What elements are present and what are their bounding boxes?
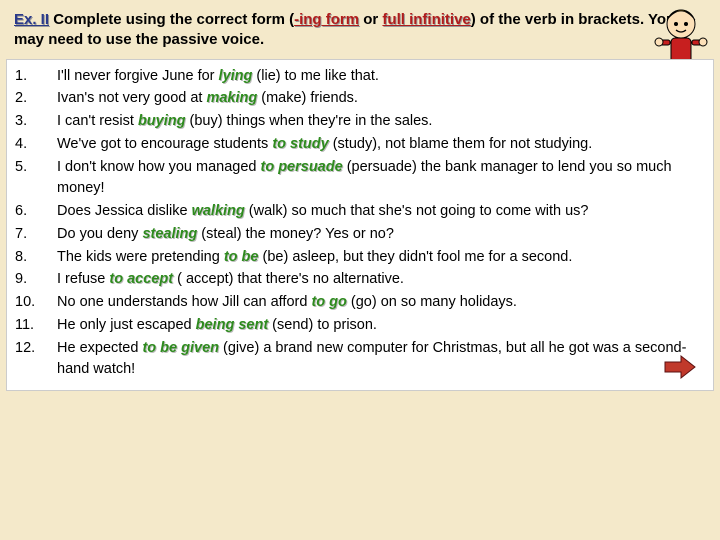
sentence-pre: I'll never forgive June for: [57, 68, 219, 84]
sentence-pre: I can't resist: [57, 113, 138, 129]
answer-text: lying: [219, 68, 253, 84]
answer-text: to be: [224, 249, 259, 265]
answer-text: buying: [138, 113, 186, 129]
list-item: 3. I can't resist buying (buy) things whe…: [15, 111, 705, 133]
list-item: 2. Ivan's not very good at making (make) …: [15, 88, 705, 110]
item-number: 4.: [15, 134, 45, 156]
item-number: 6.: [15, 201, 45, 223]
sentence-post: (be) asleep, but they didn't fool me for…: [258, 249, 572, 265]
list-item: 6. Does Jessica dislike walking (walk) so…: [15, 201, 705, 223]
full-infinitive-label: full infinitive: [382, 11, 470, 28]
sentence-post: (make) friends.: [257, 90, 358, 106]
list-item: 7. Do you deny stealing (steal) the money…: [15, 224, 705, 246]
item-number: 2.: [15, 88, 45, 110]
list-item: 9. I refuse to accept ( accept) that ther…: [15, 269, 705, 291]
exercise-list: 1. I'll never forgive June for lying (lie…: [15, 66, 705, 382]
item-number: 3.: [15, 111, 45, 133]
item-number: 11.: [15, 315, 45, 337]
answer-text: to be given: [142, 340, 219, 356]
sentence-pre: He only just escaped: [57, 317, 196, 333]
list-item: 4. We've got to encourage students to stu…: [15, 134, 705, 156]
item-number: 9.: [15, 269, 45, 291]
sentence-pre: No one understands how Jill can afford: [57, 294, 311, 310]
item-number: 5.: [15, 157, 45, 179]
item-number: 12.: [15, 338, 45, 360]
item-number: 7.: [15, 224, 45, 246]
item-number: 1.: [15, 66, 45, 88]
sentence-pre: I don't know how you managed: [57, 159, 260, 175]
sentence-post: (send) to prison.: [268, 317, 377, 333]
sentence-pre: I refuse: [57, 271, 109, 287]
sentence-post: (walk) so much that she's not going to c…: [245, 203, 589, 219]
list-item: 10. No one understands how Jill can affor…: [15, 292, 705, 314]
sentence-pre: We've got to encourage students: [57, 136, 272, 152]
answer-text: stealing: [142, 226, 197, 242]
item-number: 10.: [15, 292, 45, 314]
sentence-post: (buy) things when they're in the sales.: [185, 113, 432, 129]
exercise-label: Ex. II: [14, 11, 49, 28]
sentence-pre: Ivan's not very good at: [57, 90, 206, 106]
answer-text: to persuade: [260, 159, 342, 175]
instruction-text-2: or: [359, 11, 382, 28]
answer-text: making: [206, 90, 257, 106]
sentence-post: (steal) the money? Yes or no?: [197, 226, 394, 242]
sentence-post: (study), not blame them for not studying…: [329, 136, 593, 152]
list-item: 5. I don't know how you managed to persua…: [15, 157, 705, 201]
list-item: 11. He only just escaped being sent (send…: [15, 315, 705, 337]
sentence-pre: He expected: [57, 340, 142, 356]
answer-text: walking: [192, 203, 245, 219]
exercise-instruction: Ex. II Complete using the correct form (…: [0, 0, 720, 59]
sentence-pre: Do you deny: [57, 226, 142, 242]
sentence-pre: Does Jessica dislike: [57, 203, 192, 219]
sentence-post: (lie) to me like that.: [252, 68, 379, 84]
list-item: 8. The kids were pretending to be (be) as…: [15, 247, 705, 269]
sentence-pre: The kids were pretending: [57, 249, 224, 265]
list-item: 1. I'll never forgive June for lying (lie…: [15, 66, 705, 88]
exercise-content-box: 1. I'll never forgive June for lying (lie…: [6, 59, 714, 392]
next-arrow-icon[interactable]: [663, 354, 697, 380]
list-item: 12.He expected to be given (give) a bran…: [15, 338, 705, 382]
sentence-post: ( accept) that there's no alternative.: [173, 271, 404, 287]
ing-form-label: -ing form: [294, 11, 359, 28]
instruction-text-1: Complete using the correct form (: [49, 11, 294, 28]
answer-text: to go: [311, 294, 346, 310]
answer-text: to accept: [109, 271, 173, 287]
item-number: 8.: [15, 247, 45, 269]
sentence-post: (go) on so many holidays.: [347, 294, 517, 310]
answer-text: being sent: [196, 317, 269, 333]
answer-text: to study: [272, 136, 328, 152]
